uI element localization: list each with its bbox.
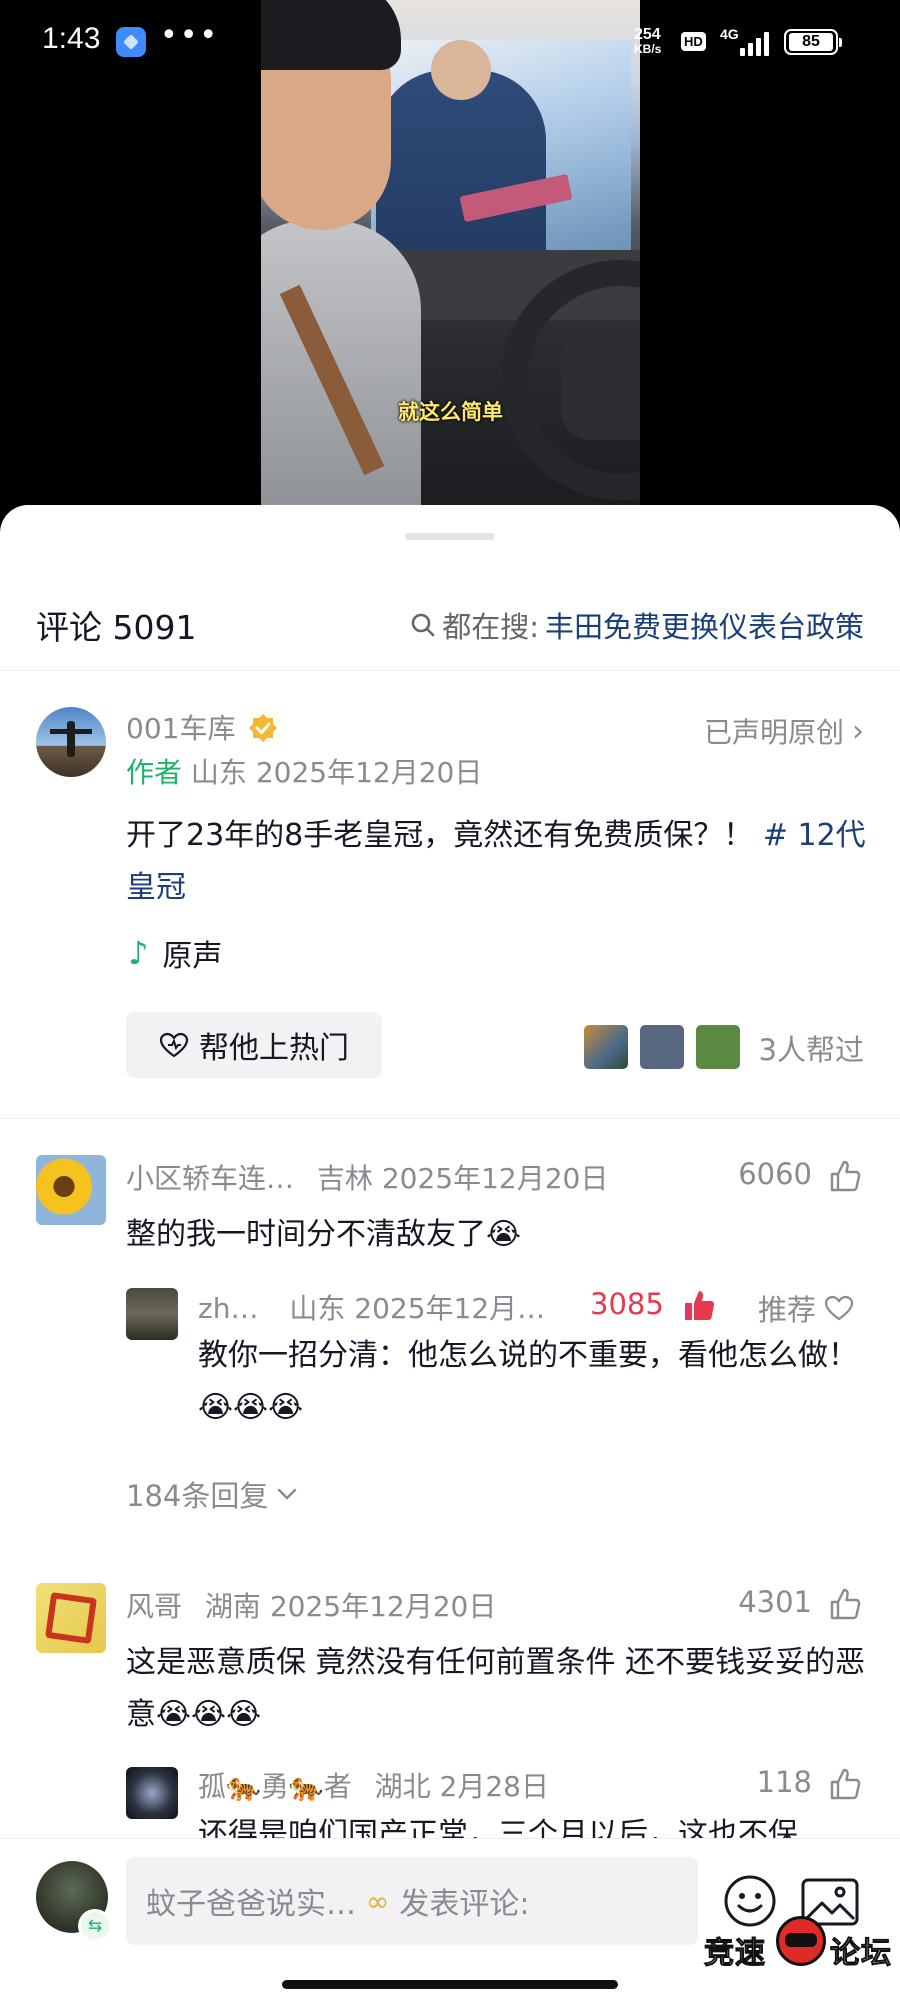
expand-replies-button[interactable]: 184条回复 <box>126 1473 300 1515</box>
helper-count: 3人帮过 <box>758 1033 864 1067</box>
commenter-username-text: 风哥 <box>126 1590 183 1623</box>
reply-avatar[interactable] <box>126 1288 178 1340</box>
search-term-link[interactable]: 丰田免费更换仪表台政策 <box>545 604 864 646</box>
reply-username[interactable]: 孤🐅勇🐅者 湖北 2月28日 <box>198 1765 549 1805</box>
reply-username-text: zh… <box>198 1292 259 1325</box>
reply-like-count: 3085 <box>590 1287 664 1321</box>
boost-button[interactable]: 帮他上热门 <box>126 1012 382 1078</box>
comment-meta: 湖南 2025年12月20日 <box>204 1590 497 1623</box>
commenter-username[interactable]: 小区轿车连… 吉林 2025年12月20日 <box>126 1157 608 1197</box>
forum-watermark-logo: 竞速 论坛 591moto.com <box>700 1900 900 2000</box>
expand-replies-label: 184条回复 <box>126 1479 269 1513</box>
comment-like-count: 6060 <box>738 1157 812 1191</box>
home-indicator[interactable] <box>282 1980 618 1989</box>
search-icon <box>411 613 435 637</box>
verified-badge-icon <box>249 714 277 742</box>
comment-count-title: 评论 5091 <box>36 608 197 647</box>
comment-text: 整的我一时间分不清敌友了😭 <box>126 1217 522 1252</box>
recommend-label: 推荐 <box>758 1293 817 1327</box>
watermark-right-text: 论坛 <box>830 1936 892 1972</box>
commenter-username-text: 小区轿车连… <box>126 1162 295 1195</box>
reply-username[interactable]: zh… 山东 2025年12月… <box>198 1287 545 1327</box>
hd-icon: HD <box>681 32 706 51</box>
helper-avatar <box>640 1025 684 1069</box>
watermark-helmet-icon <box>776 1916 826 1966</box>
comment-input-prefix: 蚊子爸爸说实… <box>146 1887 356 1922</box>
drag-handle[interactable] <box>405 533 495 540</box>
video-scene-person <box>261 220 421 505</box>
network-type: 4G <box>720 26 739 42</box>
original-sound-link[interactable]: ♪ 原声 <box>128 931 222 975</box>
commenter-avatar[interactable] <box>36 1155 106 1225</box>
watermark-site: 591moto.com <box>740 1966 817 1979</box>
author-tag: 作者 <box>126 756 183 789</box>
comment-sheet: 评论 5091 都在搜: 丰田免费更换仪表台政策 001车库 已声明原创 › 作… <box>0 505 900 2000</box>
thumbs-up-icon[interactable] <box>828 1159 862 1193</box>
author-meta: 作者 山东 2025年12月20日 <box>126 751 482 791</box>
comment-header: 评论 5091 都在搜: 丰田免费更换仪表台政策 <box>0 585 900 665</box>
author-post-body: 开了23年的8手老皇冠，竟然还有免费质保？！ <box>126 818 754 853</box>
reply-meta: 山东 2025年12月… <box>289 1292 546 1325</box>
comment-input[interactable]: 蚊子爸爸说实… ∞ 发表评论: <box>126 1857 698 1945</box>
commenter-username[interactable]: 风哥 湖南 2025年12月20日 <box>126 1585 496 1625</box>
author-location-date: 山东 2025年12月20日 <box>190 756 483 789</box>
reply-meta: 湖北 2月28日 <box>374 1770 549 1803</box>
reply-text: 还得是咱们国产正常，三个月以后，这也不保 <box>198 1817 798 1839</box>
boost-button-label: 帮他上热门 <box>199 1031 349 1066</box>
status-bar: 1:43 ••• 254 KB/s HD 4G 85 <box>0 0 900 86</box>
video-scene-staff <box>376 70 546 270</box>
original-claim-label: 已声明原创 <box>703 716 844 749</box>
app-notification-icon <box>116 27 146 57</box>
reply-text: 教你一招分清：他怎么说的不重要，看他怎么做！😭😭😭 <box>198 1338 858 1425</box>
comment-meta: 吉林 2025年12月20日 <box>316 1162 609 1195</box>
comment-like-count: 4301 <box>738 1585 812 1619</box>
account-switch-badge[interactable]: ⇆ <box>78 1909 112 1943</box>
original-sound-label: 原声 <box>162 939 223 974</box>
reply-username-text: 孤🐅勇🐅者 <box>198 1770 352 1803</box>
helper-avatar <box>696 1025 740 1069</box>
helper-avatars[interactable] <box>584 1025 740 1069</box>
comment-text: 这是恶意质保 竟然没有任何前置条件 还不要钱妥妥的恶意😭😭😭 <box>126 1645 866 1732</box>
music-note-icon: ♪ <box>128 934 149 972</box>
infinity-icon: ∞ <box>366 1884 390 1918</box>
signal-icon <box>740 30 769 56</box>
recommend-button[interactable]: 推荐 <box>758 1287 854 1329</box>
heart-outline-icon <box>824 1295 854 1321</box>
thumbs-up-icon[interactable] <box>828 1767 862 1801</box>
header-divider <box>0 670 900 671</box>
status-more-icon: ••• <box>160 18 220 53</box>
author-post-text: 开了23年的8手老皇冠，竟然还有免费质保？！ # 12代皇冠 <box>126 810 870 914</box>
comment-input-placeholder: 发表评论: <box>399 1887 530 1922</box>
search-prefix: 都在搜: <box>442 610 539 644</box>
network-speed: 254 KB/s <box>634 26 662 57</box>
reply-avatar[interactable] <box>126 1767 178 1819</box>
commenter-avatar[interactable] <box>36 1583 106 1653</box>
network-speed-unit: KB/s <box>634 42 662 56</box>
original-claim-link[interactable]: 已声明原创 › <box>704 711 864 751</box>
battery-icon: 85 <box>784 29 842 55</box>
heart-boost-icon <box>159 1032 189 1058</box>
author-username[interactable]: 001车库 <box>126 707 235 747</box>
network-speed-value: 254 <box>634 26 661 43</box>
status-time: 1:43 <box>42 22 101 55</box>
author-avatar[interactable] <box>36 707 106 777</box>
battery-level: 85 <box>789 33 833 51</box>
trending-search[interactable]: 都在搜: 丰田免费更换仪表台政策 <box>410 604 864 646</box>
thumbs-up-icon[interactable] <box>828 1587 862 1621</box>
switch-icon: ⇆ <box>81 1912 109 1940</box>
helper-avatar <box>584 1025 628 1069</box>
chevron-down-icon <box>278 1488 297 1500</box>
video-subtitle: 就这么简单 <box>398 400 503 424</box>
chevron-right-icon: › <box>852 713 864 749</box>
thumbs-up-filled-icon[interactable] <box>682 1289 716 1323</box>
post-divider <box>0 1118 900 1119</box>
reply-like-count: 118 <box>756 1765 812 1799</box>
